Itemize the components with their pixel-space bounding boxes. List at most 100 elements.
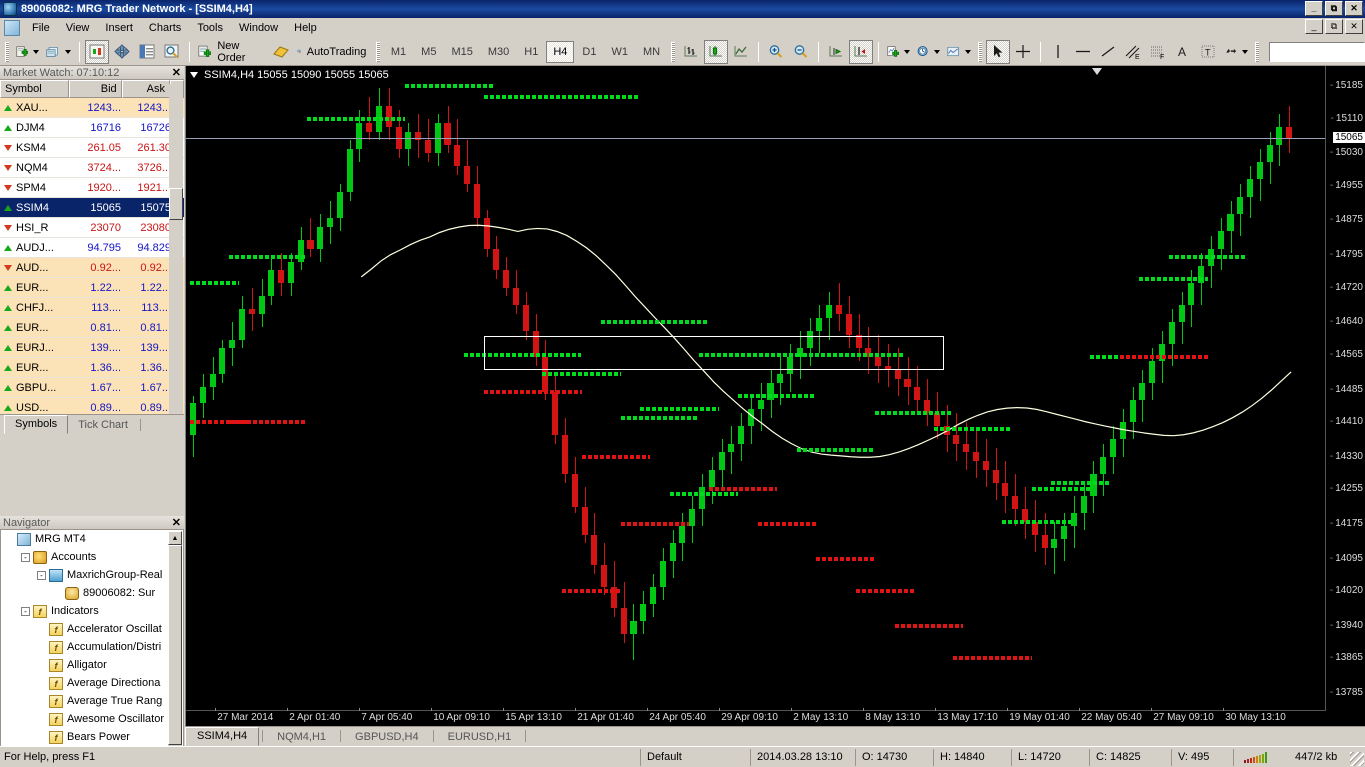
metaeditor-button[interactable] — [269, 40, 293, 64]
time-axis[interactable]: 27 Mar 2014 2 Apr 01:40 7 Apr 05:40 10 Apr … — [186, 708, 1326, 726]
horizontal-line-button[interactable] — [1071, 40, 1095, 64]
market-watch-row[interactable]: NQM4 3724... 3726... — [0, 158, 184, 178]
chart-window[interactable]: SSIM4,H4 15055 15090 15055 15065 -15185-… — [185, 66, 1365, 726]
close-button[interactable]: ✕ — [1345, 1, 1363, 16]
cursor-button[interactable] — [985, 39, 1010, 64]
chart-toolbar-grip[interactable] — [671, 41, 675, 62]
tree-collapse-toggle[interactable]: - — [37, 570, 46, 580]
timeframe-w1[interactable]: W1 — [604, 41, 635, 63]
navigator-item[interactable]: f Average Directiona — [1, 674, 183, 692]
timeframe-m30[interactable]: M30 — [481, 41, 516, 63]
navigator-scroll-up-button[interactable]: ▲ — [168, 531, 182, 545]
timeframe-toolbar-grip[interactable] — [376, 41, 380, 62]
menu-item-help[interactable]: Help — [286, 20, 325, 36]
mdi-minimize-button[interactable]: _ — [1305, 19, 1323, 34]
chart-autoscroll-button[interactable] — [848, 39, 873, 64]
menu-item-insert[interactable]: Insert — [97, 20, 141, 36]
column-header-symbol[interactable]: Symbol — [0, 80, 70, 98]
zoom-out-button[interactable] — [789, 40, 813, 64]
period-dropdown-icon[interactable] — [933, 49, 940, 54]
line-chart-button[interactable] — [729, 40, 753, 64]
indicators-button[interactable] — [884, 40, 913, 64]
timeframe-h4[interactable]: H4 — [546, 40, 575, 63]
navigator-item[interactable]: f Alligator — [1, 656, 183, 674]
market-watch-row[interactable]: EUR... 1.36... 1.36... — [0, 358, 184, 378]
new-order-button[interactable]: New Order — [195, 40, 268, 64]
market-watch-row[interactable]: GBPU... 1.67... 1.67... — [0, 378, 184, 398]
navigator-item[interactable]: f Awesome Oscillator — [1, 710, 183, 728]
autotrading-button[interactable]: AutoTrading — [294, 40, 373, 64]
timeframe-h1[interactable]: H1 — [517, 41, 545, 63]
tab-symbols[interactable]: Symbols — [4, 415, 69, 434]
navigator-scrollbar[interactable]: ▲ ▼ — [168, 531, 182, 767]
chart-collapse-icon[interactable] — [1092, 68, 1102, 75]
arrows-dropdown-icon[interactable] — [1242, 49, 1249, 54]
navigator-close-icon[interactable]: ✕ — [172, 516, 181, 529]
equidistant-channel-button[interactable]: E — [1121, 40, 1145, 64]
line-studies-grip[interactable] — [978, 41, 982, 62]
market-watch-scroll-thumb[interactable] — [169, 188, 183, 220]
menu-item-file[interactable]: File — [24, 20, 58, 36]
timeframe-d1[interactable]: D1 — [575, 41, 603, 63]
restore-button[interactable]: ⧉ — [1325, 1, 1343, 16]
navigator-item[interactable]: f Average True Rang — [1, 692, 183, 710]
text-label-button[interactable]: T — [1196, 40, 1220, 64]
rectangle-overlay[interactable] — [483, 336, 944, 370]
search-toolbar-grip[interactable] — [1255, 41, 1259, 62]
toolbar-grip[interactable] — [5, 41, 9, 62]
resize-grip[interactable] — [1350, 752, 1364, 766]
timeframe-m1[interactable]: M1 — [384, 41, 413, 63]
menu-item-tools[interactable]: Tools — [189, 20, 231, 36]
navigator-item[interactable]: - f Indicators — [1, 602, 183, 620]
new-chart-dropdown-icon[interactable] — [33, 49, 40, 54]
navigator-item[interactable]: 89006082: Sur — [1, 584, 183, 602]
market-watch-row[interactable]: SSIM4 15065 15075 — [0, 198, 184, 218]
navigator-item[interactable]: - Accounts — [1, 548, 183, 566]
market-watch-scrollbar[interactable]: ▼ — [169, 84, 183, 432]
timeframe-m15[interactable]: M15 — [444, 41, 479, 63]
trendline-button[interactable] — [1096, 40, 1120, 64]
menu-item-window[interactable]: Window — [231, 20, 286, 36]
templates-button[interactable] — [944, 40, 975, 64]
navigator-toggle-button[interactable] — [110, 40, 134, 64]
zoom-in-button[interactable] — [764, 40, 788, 64]
chart-tab-nqm4-h1[interactable]: NQM4,H1 — [266, 729, 337, 746]
vertical-line-button[interactable] — [1046, 40, 1070, 64]
market-watch-row[interactable]: EUR... 0.81... 0.81... — [0, 318, 184, 338]
mdi-restore-button[interactable]: ⧉ — [1325, 19, 1343, 34]
market-watch-row[interactable]: AUD... 0.92... 0.92... — [0, 258, 184, 278]
candlestick-chart-button[interactable] — [703, 39, 728, 64]
market-watch-row[interactable]: HSI_R 23070 23080 — [0, 218, 184, 238]
menu-item-view[interactable]: View — [58, 20, 98, 36]
minimize-button[interactable]: _ — [1305, 1, 1323, 16]
strategy-tester-button[interactable] — [160, 40, 184, 64]
tab-tick-chart[interactable]: Tick Chart — [68, 417, 138, 434]
tree-collapse-toggle[interactable]: - — [21, 606, 30, 616]
chart-tab-gbpusd-h4[interactable]: GBPUSD,H4 — [344, 729, 430, 746]
arrows-button[interactable] — [1221, 40, 1252, 64]
navigator-item[interactable]: f Bears Power — [1, 728, 183, 746]
bar-chart-button[interactable] — [679, 40, 703, 64]
crosshair-button[interactable] — [1011, 40, 1035, 64]
period-button[interactable] — [914, 40, 943, 64]
status-connection[interactable]: 447/2 kb — [1233, 748, 1339, 766]
price-axis[interactable]: -15185 -15110 -15030 -14955 -14875 -14795 -147… — [1325, 66, 1365, 726]
chart-tab-ssim4-h4[interactable]: SSIM4,H4 — [185, 727, 260, 746]
chart-tab-eurusd-h1[interactable]: EURUSD,H1 — [437, 729, 523, 746]
market-watch-row[interactable]: EURJ... 139.... 139.... — [0, 338, 184, 358]
column-header-bid[interactable]: Bid — [69, 80, 122, 98]
profiles-dropdown-icon[interactable] — [65, 49, 72, 54]
chart-shift-button[interactable] — [824, 40, 848, 64]
chart-plot-area[interactable] — [186, 84, 1326, 709]
navigator-item[interactable]: f Accelerator Oscillat — [1, 620, 183, 638]
navigator-item[interactable]: - MaxrichGroup-Real — [1, 566, 183, 584]
chart-menu-triangle-icon[interactable] — [190, 72, 198, 78]
indicators-dropdown-icon[interactable] — [903, 49, 910, 54]
market-watch-row[interactable]: CHFJ... 113.... 113.... — [0, 298, 184, 318]
market-watch-row[interactable]: DJM4 16716 16726 — [0, 118, 184, 138]
search-input[interactable] — [1268, 41, 1365, 62]
templates-dropdown-icon[interactable] — [965, 49, 972, 54]
text-button[interactable]: A — [1171, 40, 1195, 64]
tree-collapse-toggle[interactable]: - — [21, 552, 30, 562]
market-watch-row[interactable]: SPM4 1920... 1921... — [0, 178, 184, 198]
